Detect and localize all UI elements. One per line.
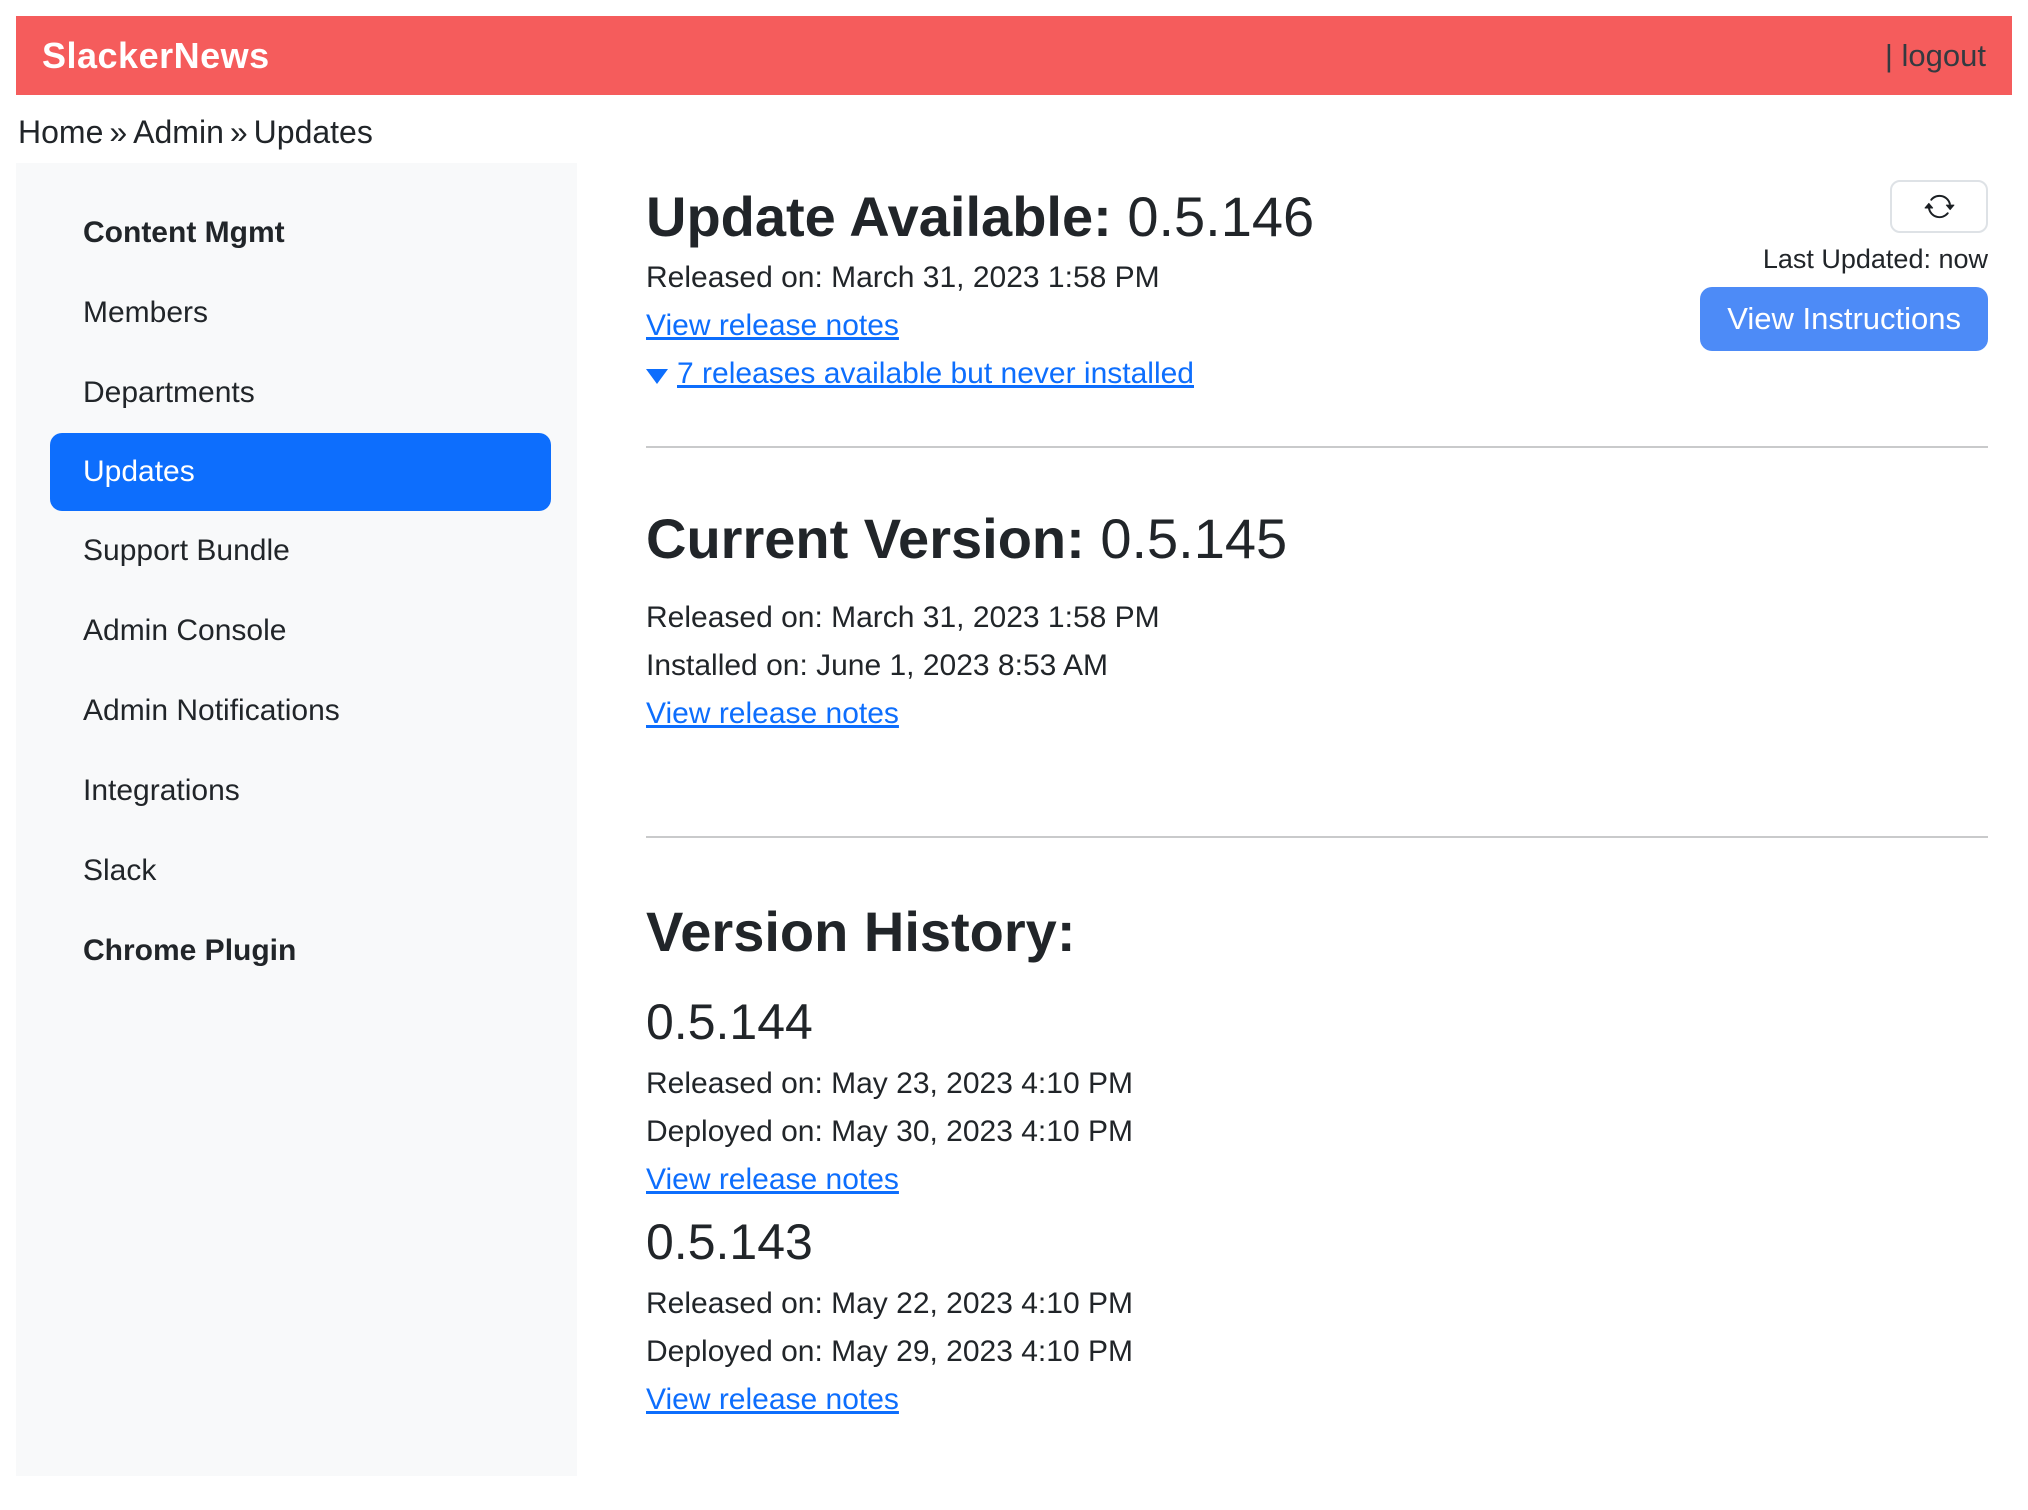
page: SlackerNews | logout Home»Admin»Updates … (0, 0, 2028, 1476)
section-divider (646, 446, 1988, 448)
brand-title: SlackerNews (42, 35, 270, 77)
sidebar-item-chrome-plugin[interactable]: Chrome Plugin (16, 911, 577, 991)
pending-releases-link[interactable]: 7 releases available but never installed (677, 350, 1194, 398)
update-available-heading: Update Available: 0.5.146 (646, 183, 1314, 250)
breadcrumb: Home»Admin»Updates (16, 95, 2012, 163)
history-released-on: Released on: May 23, 2023 4:10 PM (646, 1060, 1988, 1108)
sidebar-item-admin-console[interactable]: Admin Console (16, 591, 577, 671)
sidebar-item-updates[interactable]: Updates (50, 433, 551, 511)
refresh-button[interactable] (1890, 180, 1988, 233)
current-version-heading: Current Version: 0.5.145 (646, 505, 1988, 572)
sidebar-item-integrations[interactable]: Integrations (16, 751, 577, 831)
current-release-notes-row: View release notes (646, 690, 1988, 738)
sidebar-nav: Content Mgmt Members Departments Updates… (16, 163, 577, 1476)
sidebar-item-admin-notifications[interactable]: Admin Notifications (16, 671, 577, 751)
update-release-notes-link[interactable]: View release notes (646, 309, 899, 342)
history-released-on: Released on: May 22, 2023 4:10 PM (646, 1280, 1988, 1328)
breadcrumb-separator: » (224, 114, 254, 150)
history-release-notes-link[interactable]: View release notes (646, 1383, 899, 1416)
current-release-notes-link[interactable]: View release notes (646, 697, 899, 730)
sidebar-item-content-mgmt[interactable]: Content Mgmt (16, 193, 577, 273)
update-available-info: Update Available: 0.5.146 Released on: M… (646, 163, 1314, 398)
logout-link[interactable]: | logout (1885, 38, 1986, 74)
sidebar-item-members[interactable]: Members (16, 273, 577, 353)
caret-down-icon[interactable] (646, 369, 668, 384)
update-released-on: Released on: March 31, 2023 1:58 PM (646, 254, 1314, 302)
sidebar-item-slack[interactable]: Slack (16, 831, 577, 911)
pending-releases-row: 7 releases available but never installed (646, 350, 1314, 398)
breadcrumb-admin[interactable]: Admin (133, 114, 224, 150)
breadcrumb-separator: » (103, 114, 133, 150)
sidebar-item-departments[interactable]: Departments (16, 353, 577, 433)
history-deployed-on: Deployed on: May 30, 2023 4:10 PM (646, 1108, 1988, 1156)
history-release-notes-link[interactable]: View release notes (646, 1163, 899, 1196)
refresh-icon (1924, 191, 1955, 222)
history-version-number: 0.5.144 (646, 992, 1988, 1052)
version-history-entry: 0.5.143 Released on: May 22, 2023 4:10 P… (646, 1212, 1988, 1424)
version-history-heading: Version History: (646, 898, 1988, 965)
update-available-label: Update Available: (646, 185, 1112, 248)
update-release-notes-row: View release notes (646, 302, 1314, 350)
last-updated-text: Last Updated: now (1763, 243, 1988, 275)
breadcrumb-updates[interactable]: Updates (254, 114, 373, 150)
current-installed-on: Installed on: June 1, 2023 8:53 AM (646, 642, 1988, 690)
view-instructions-button[interactable]: View Instructions (1700, 287, 1988, 351)
top-navbar: SlackerNews | logout (16, 16, 2012, 95)
history-release-notes-row: View release notes (646, 1376, 1988, 1424)
version-history-section: Version History: 0.5.144 Released on: Ma… (646, 898, 1988, 1423)
current-released-on: Released on: March 31, 2023 1:58 PM (646, 594, 1988, 642)
breadcrumb-home[interactable]: Home (18, 114, 103, 150)
main-content: Update Available: 0.5.146 Released on: M… (577, 163, 2012, 1424)
update-available-version: 0.5.146 (1127, 185, 1314, 248)
section-divider (646, 836, 1988, 838)
version-history-entry: 0.5.144 Released on: May 23, 2023 4:10 P… (646, 992, 1988, 1204)
update-available-section: Update Available: 0.5.146 Released on: M… (646, 163, 1988, 398)
refresh-panel: Last Updated: now View Instructions (1700, 163, 1988, 351)
current-version-label: Current Version: (646, 507, 1085, 570)
history-release-notes-row: View release notes (646, 1156, 1988, 1204)
current-version-section: Current Version: 0.5.145 Released on: Ma… (646, 505, 1988, 738)
sidebar-item-support-bundle[interactable]: Support Bundle (16, 511, 577, 591)
current-version-number: 0.5.145 (1100, 507, 1287, 570)
history-deployed-on: Deployed on: May 29, 2023 4:10 PM (646, 1328, 1988, 1376)
content-layout: Content Mgmt Members Departments Updates… (16, 163, 2012, 1476)
history-version-number: 0.5.143 (646, 1212, 1988, 1272)
